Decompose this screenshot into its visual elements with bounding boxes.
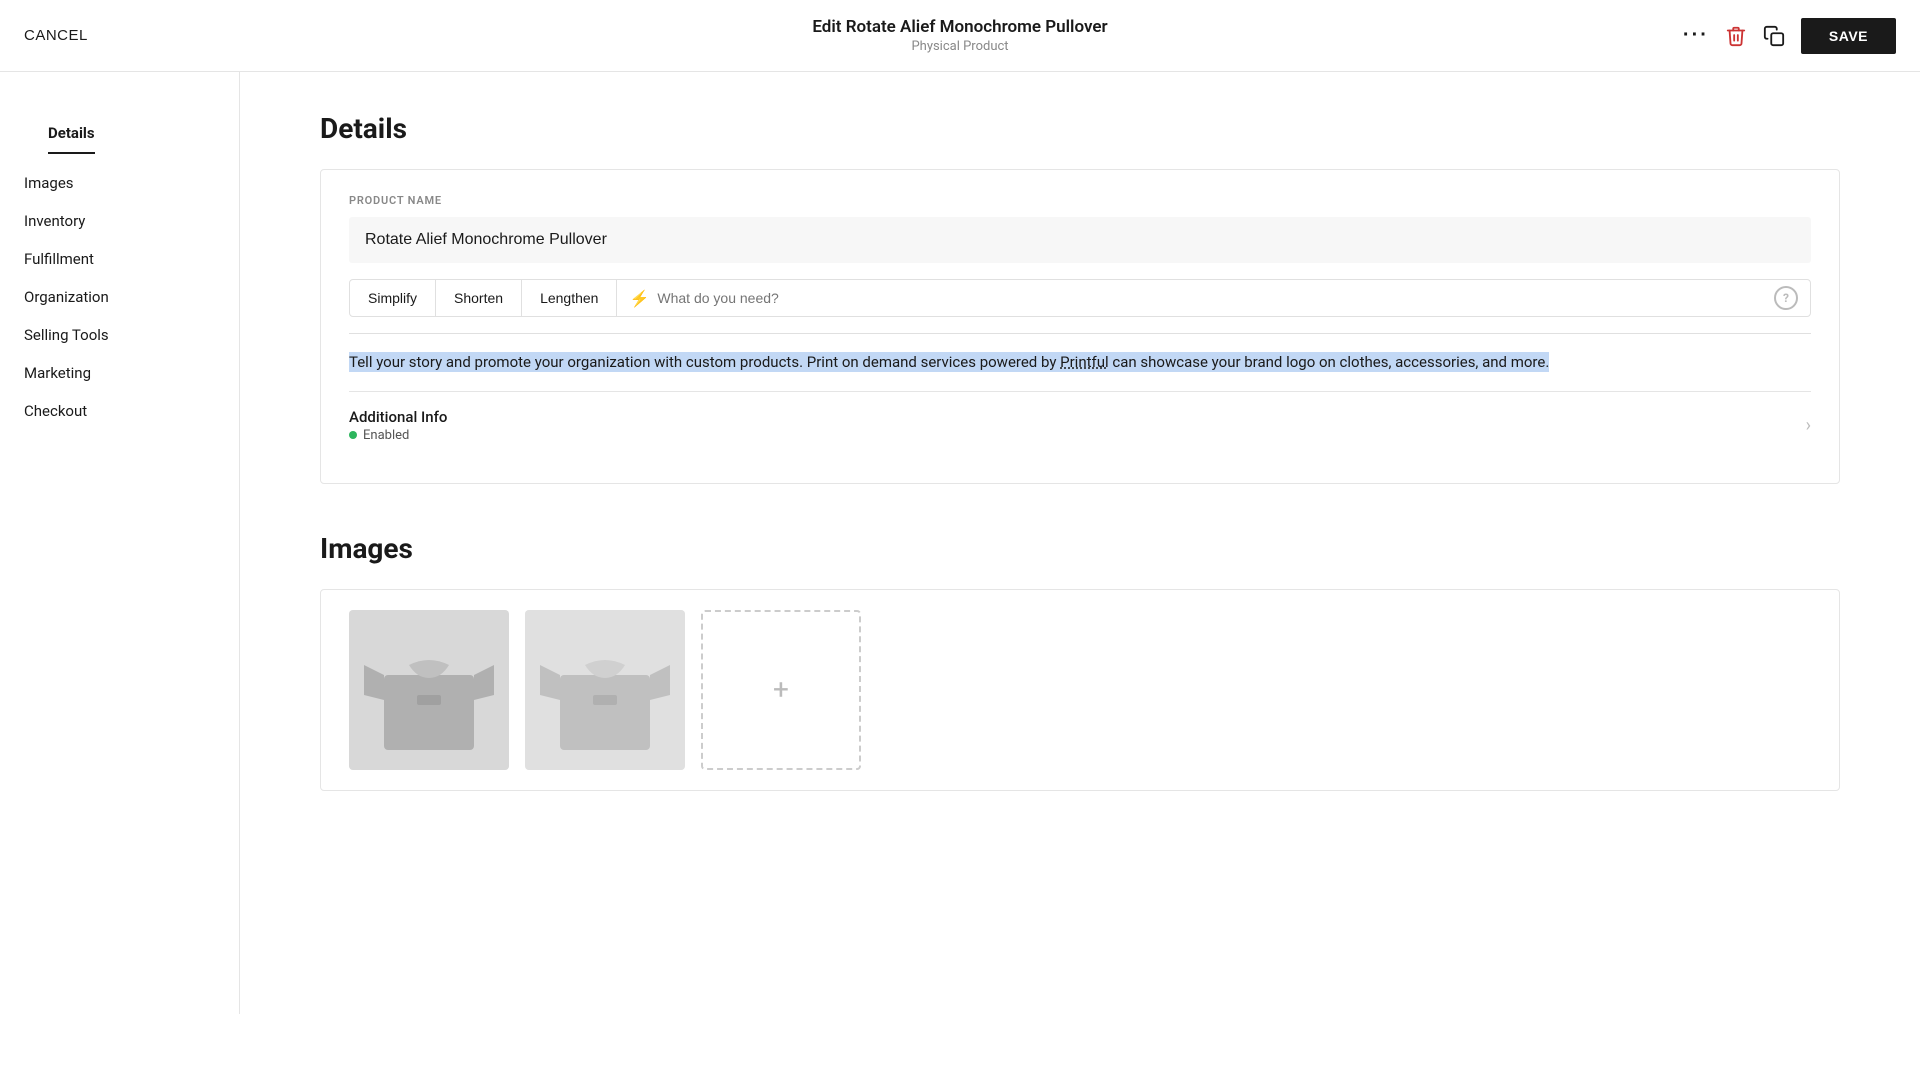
description-text[interactable]: Tell your story and promote your organiz…: [349, 333, 1811, 391]
additional-info-label: Additional Info: [349, 408, 447, 426]
page-header-center: Edit Rotate Alief Monochrome Pullover Ph…: [812, 17, 1107, 54]
product-image-2: [525, 610, 685, 770]
sidebar-item-images[interactable]: Images: [0, 164, 239, 202]
sidebar-item-fulfillment[interactable]: Fulfillment: [0, 240, 239, 278]
ai-search-input[interactable]: [657, 290, 1766, 306]
additional-info-row[interactable]: Additional Info Enabled ›: [349, 391, 1811, 459]
add-image-placeholder[interactable]: +: [701, 610, 861, 770]
shorten-tab[interactable]: Shorten: [436, 280, 522, 316]
sidebar-item-inventory[interactable]: Inventory: [0, 202, 239, 240]
help-icon[interactable]: ?: [1774, 286, 1798, 310]
save-button[interactable]: SAVE: [1801, 18, 1896, 54]
image-thumb-1[interactable]: [349, 610, 509, 770]
additional-info-status: Enabled: [349, 428, 447, 443]
sidebar-item-marketing[interactable]: Marketing: [0, 354, 239, 392]
images-grid: +: [321, 590, 1839, 790]
ai-toolbar: Simplify Shorten Lengthen ⚡ ?: [349, 279, 1811, 317]
top-bar: CANCEL Edit Rotate Alief Monochrome Pull…: [0, 0, 1920, 72]
images-card: +: [320, 589, 1840, 791]
more-options-button[interactable]: ···: [1683, 24, 1709, 47]
ai-search-area: ⚡ ?: [617, 286, 1810, 310]
additional-info-status-text: Enabled: [363, 428, 409, 443]
cancel-button[interactable]: CANCEL: [24, 27, 88, 44]
image-thumb-2[interactable]: [525, 610, 685, 770]
product-image-1: [349, 610, 509, 770]
card-inner: PRODUCT NAME Simplify Shorten Lengthen ⚡…: [321, 170, 1839, 483]
details-card: PRODUCT NAME Simplify Shorten Lengthen ⚡…: [320, 169, 1840, 484]
main-content: Details PRODUCT NAME Simplify Shorten Le…: [240, 72, 1920, 1014]
description-highlighted: Tell your story and promote your organiz…: [349, 352, 1549, 372]
duplicate-button[interactable]: [1763, 25, 1785, 47]
product-name-label: PRODUCT NAME: [349, 194, 1811, 207]
details-heading: Details: [320, 112, 1840, 145]
top-actions: ··· SAVE: [1683, 18, 1896, 54]
status-dot-icon: [349, 431, 357, 439]
chevron-right-icon: ›: [1806, 415, 1811, 436]
trash-icon: [1725, 25, 1747, 47]
sidebar-item-organization[interactable]: Organization: [0, 278, 239, 316]
copy-icon: [1763, 25, 1785, 47]
add-image-plus-icon: +: [773, 673, 789, 706]
simplify-tab[interactable]: Simplify: [350, 280, 436, 316]
bolt-icon: ⚡: [629, 289, 649, 308]
additional-info-left: Additional Info Enabled: [349, 408, 447, 443]
lengthen-tab[interactable]: Lengthen: [522, 280, 617, 316]
sidebar-item-checkout[interactable]: Checkout: [0, 392, 239, 430]
page-title: Edit Rotate Alief Monochrome Pullover: [812, 17, 1107, 37]
images-section: Images: [320, 532, 1840, 791]
layout: Details Images Inventory Fulfillment Org…: [0, 72, 1920, 1014]
images-heading: Images: [320, 532, 1840, 565]
page-subtitle: Physical Product: [812, 39, 1107, 54]
sidebar: Details Images Inventory Fulfillment Org…: [0, 72, 240, 1014]
product-name-input[interactable]: [349, 217, 1811, 263]
sidebar-item-selling-tools[interactable]: Selling Tools: [0, 316, 239, 354]
delete-button[interactable]: [1725, 25, 1747, 47]
sidebar-item-details[interactable]: Details: [48, 114, 95, 154]
